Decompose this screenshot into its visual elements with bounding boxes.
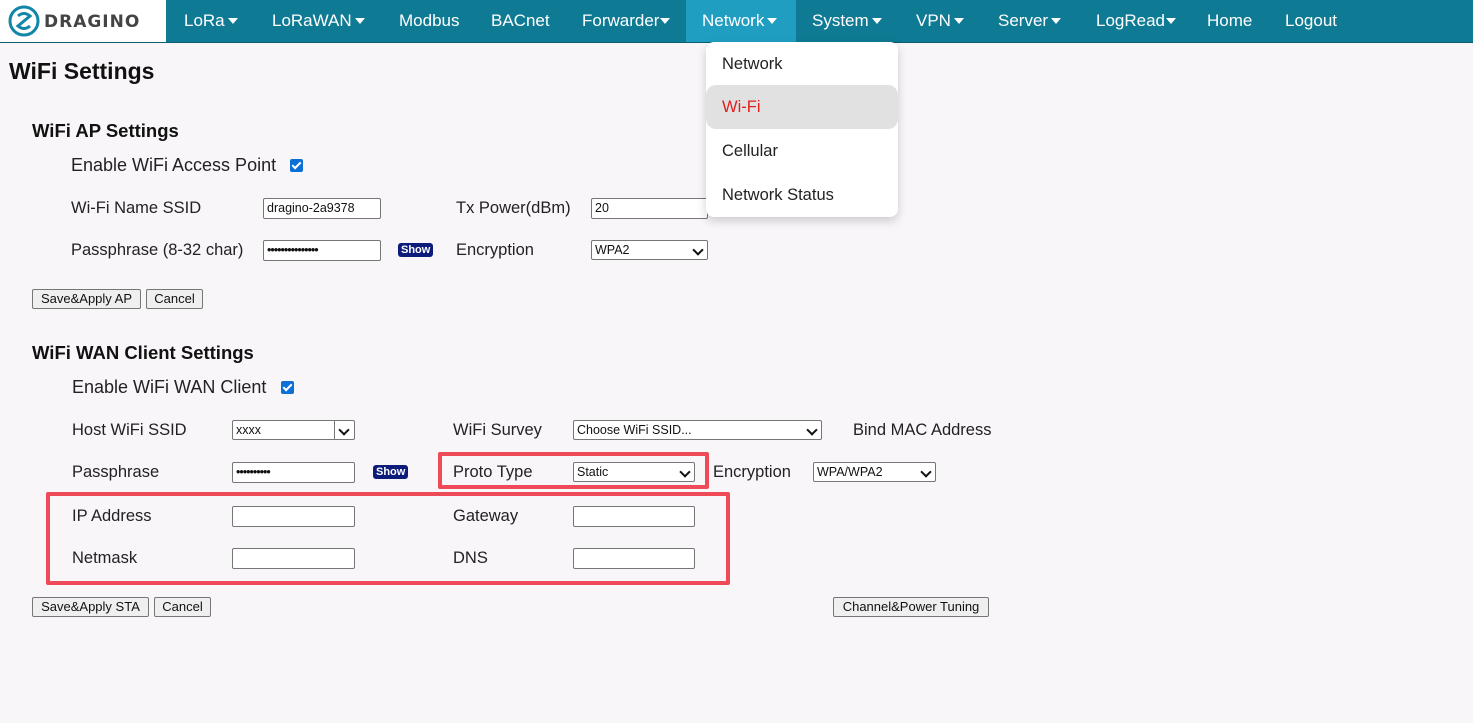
sta-passphrase-input[interactable]: •••••••••• (232, 462, 355, 483)
nav-logout-label: Logout (1285, 11, 1337, 30)
sta-cancel-button[interactable]: Cancel (154, 597, 211, 617)
host-ssid-value: xxxx (236, 423, 261, 437)
nav-network[interactable]: Network (686, 0, 796, 42)
chevron-down-icon (692, 244, 704, 256)
dragino-logo-icon (8, 5, 40, 37)
caret-down-icon (871, 17, 882, 24)
dropdown-item-cellular[interactable]: Cellular (706, 129, 898, 173)
proto-type-highlight-box (438, 452, 709, 489)
sta-passphrase-label: Passphrase (72, 463, 160, 481)
ap-encryption-label: Encryption (456, 241, 534, 259)
nav-network-label: Network (702, 11, 765, 30)
nav-system-label: System (812, 11, 869, 30)
caret-down-icon (1051, 17, 1062, 24)
caret-down-icon (953, 17, 964, 24)
nav-vpn[interactable]: VPN (916, 0, 964, 42)
wifi-survey-select[interactable]: Choose WiFi SSID... (573, 420, 822, 440)
nav-server-label: Server (998, 11, 1049, 30)
logo-text: DRAGINO (44, 12, 141, 32)
nav-system[interactable]: System (812, 0, 882, 42)
dropdown-item-network[interactable]: Network (706, 42, 898, 86)
nav-vpn-label: VPN (916, 11, 951, 30)
nav-home[interactable]: Home (1207, 0, 1252, 42)
nav-bacnet-label: BACnet (491, 11, 550, 30)
page-title: WiFi Settings (9, 58, 155, 84)
nav-logout[interactable]: Logout (1285, 0, 1337, 42)
caret-down-icon (354, 17, 365, 24)
nav-lora-label: LoRa (184, 11, 225, 30)
wifi-survey-value: Choose WiFi SSID... (577, 423, 692, 437)
ap-encryption-value: WPA2 (595, 243, 630, 257)
caret-down-icon (660, 17, 671, 24)
ap-txpower-input[interactable]: 20 (591, 198, 708, 219)
sta-encryption-select[interactable]: WPA/WPA2 (813, 462, 936, 482)
chevron-down-icon (920, 466, 932, 478)
sta-enable-label: Enable WiFi WAN Client (72, 377, 267, 397)
ap-passphrase-label: Passphrase (8-32 char) (71, 241, 244, 259)
sta-section-heading: WiFi WAN Client Settings (32, 342, 254, 363)
ap-txpower-label: Tx Power(dBm) (456, 199, 571, 217)
nav-modbus-label: Modbus (399, 11, 460, 30)
ap-ssid-label: Wi-Fi Name SSID (71, 199, 202, 217)
static-ip-fields-highlight-box (46, 492, 730, 585)
ap-section-heading: WiFi AP Settings (32, 120, 179, 141)
nav-lorawan-label: LoRaWAN (272, 11, 352, 30)
ap-cancel-button[interactable]: Cancel (146, 289, 203, 309)
ap-encryption-select[interactable]: WPA2 (591, 240, 708, 260)
nav-bacnet[interactable]: BACnet (491, 0, 550, 42)
nav-modbus[interactable]: Modbus (399, 0, 459, 42)
caret-down-icon (1166, 17, 1177, 24)
host-ssid-combobox[interactable]: xxxx (232, 420, 355, 440)
ap-show-password-button[interactable]: Show (398, 243, 434, 257)
sta-encryption-value: WPA/WPA2 (817, 465, 883, 479)
host-ssid-label: Host WiFi SSID (72, 421, 187, 439)
save-apply-ap-button[interactable]: Save&Apply AP (32, 289, 141, 309)
nav-lora[interactable]: LoRa (184, 0, 238, 42)
dropdown-item-wifi[interactable]: Wi-Fi (706, 85, 898, 129)
channel-power-tuning-button[interactable]: Channel&Power Tuning (833, 597, 989, 617)
bind-mac-label: Bind MAC Address (853, 421, 992, 439)
dragino-logo[interactable]: DRAGINO (0, 0, 168, 42)
nav-forwarder[interactable]: Forwarder (582, 0, 671, 42)
caret-down-icon (767, 17, 778, 24)
caret-down-icon (227, 17, 238, 24)
sta-show-password-button[interactable]: Show (373, 465, 409, 479)
ap-passphrase-input[interactable]: ••••••••••••••• (263, 240, 381, 261)
sta-enable-checkbox[interactable] (281, 381, 294, 394)
chevron-down-icon (806, 424, 818, 436)
ap-enable-label: Enable WiFi Access Point (71, 155, 277, 175)
nav-lorawan[interactable]: LoRaWAN (272, 0, 365, 42)
ap-enable-checkbox[interactable] (290, 159, 303, 172)
nav-server[interactable]: Server (998, 0, 1062, 42)
wifi-survey-label: WiFi Survey (453, 421, 542, 439)
nav-forwarder-label: Forwarder (582, 11, 660, 30)
top-nav-bar: DRAGINO LoRa LoRaWAN Modbus BACnet Forwa… (0, 0, 1473, 43)
nav-logread[interactable]: LogRead (1096, 0, 1177, 42)
dropdown-item-network-status[interactable]: Network Status (706, 173, 898, 217)
sta-encryption-label: Encryption (713, 463, 791, 481)
ap-ssid-input[interactable]: dragino-2a9378 (263, 198, 381, 219)
nav-logread-label: LogRead (1096, 11, 1166, 30)
save-apply-sta-button[interactable]: Save&Apply STA (32, 597, 149, 617)
network-dropdown-menu: Network Wi-Fi Cellular Network Status (706, 42, 898, 217)
nav-home-label: Home (1207, 11, 1253, 30)
